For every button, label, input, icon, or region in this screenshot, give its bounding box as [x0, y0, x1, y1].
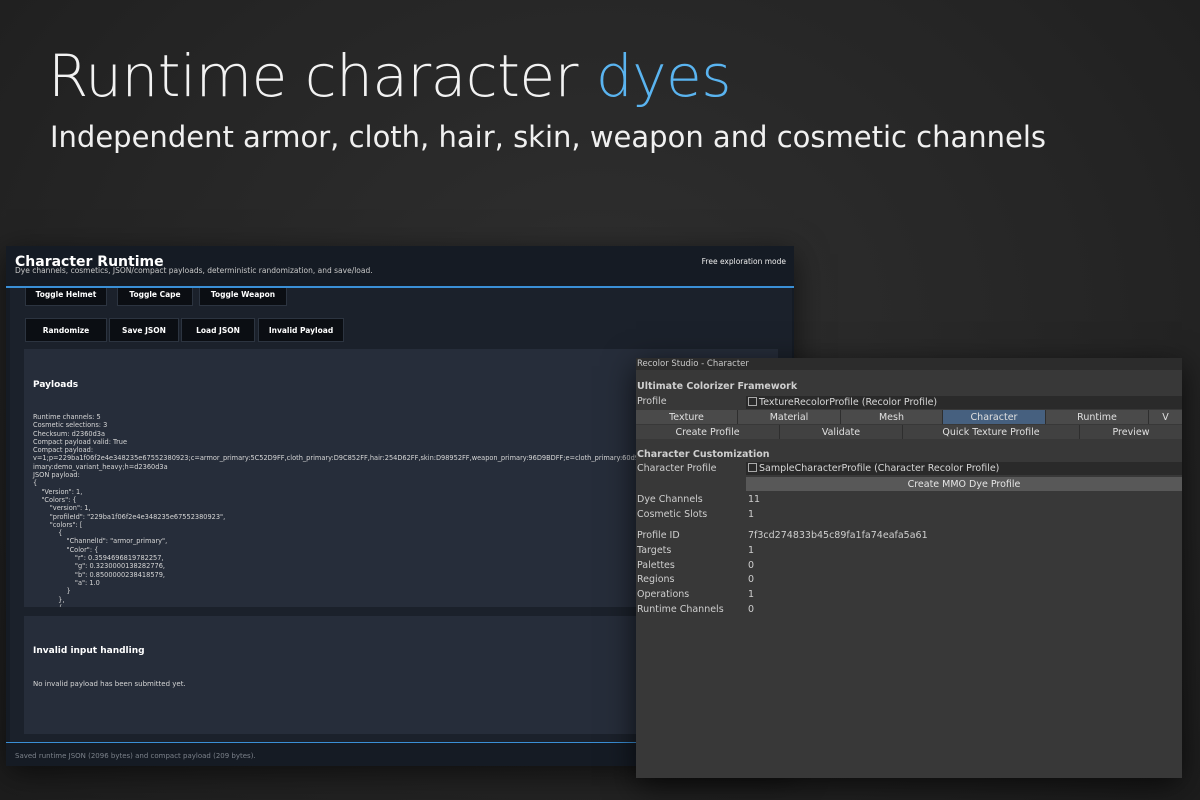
payload-text: Runtime channels: 5 Cosmetic selections:…	[33, 413, 663, 607]
editor-titlebar[interactable]: Recolor Studio - Character	[636, 358, 1182, 370]
hero-subtitle: Independent armor, cloth, hair, skin, we…	[50, 120, 1047, 154]
cosmetic-slots-value: 1	[748, 509, 755, 520]
palettes-value: 0	[748, 560, 755, 571]
invalid-input-text: No invalid payload has been submitted ye…	[33, 680, 186, 688]
profile-id-value: 7f3cd274833b45c89fa1fa74eafa5a61	[748, 530, 928, 541]
toggle-cape-button[interactable]: Toggle Cape	[117, 288, 193, 306]
profile-id-label: Profile ID	[637, 530, 680, 541]
tab-material[interactable]: Material	[738, 410, 841, 424]
invalid-input-title: Invalid input handling	[33, 646, 145, 656]
runtime-description: Dye channels, cosmetics, JSON/compact pa…	[15, 266, 373, 275]
create-profile-button[interactable]: Create Profile	[636, 425, 780, 439]
scriptable-object-icon	[748, 463, 757, 472]
regions-label: Regions	[637, 574, 675, 585]
dye-channels-label: Dye Channels	[637, 494, 703, 505]
character-profile-value: SampleCharacterProfile (Character Recolo…	[759, 463, 1000, 474]
load-json-button[interactable]: Load JSON	[181, 318, 255, 342]
tab-overflow[interactable]: V	[1149, 410, 1182, 424]
framework-header: Ultimate Colorizer Framework	[637, 381, 798, 392]
character-customization-header: Character Customization	[637, 449, 770, 460]
operations-value: 1	[748, 589, 755, 600]
create-mmo-dye-profile-button[interactable]: Create MMO Dye Profile	[746, 477, 1182, 491]
scriptable-object-icon	[748, 397, 757, 406]
save-status-text: Saved runtime JSON (2096 bytes) and comp…	[15, 752, 256, 760]
toggle-helmet-button[interactable]: Toggle Helmet	[25, 288, 107, 306]
tab-mesh[interactable]: Mesh	[841, 410, 943, 424]
tab-character[interactable]: Character	[943, 410, 1046, 424]
regions-value: 0	[748, 574, 755, 585]
editor-action-bar: Create Profile Validate Quick Texture Pr…	[636, 425, 1182, 439]
payloads-title: Payloads	[33, 380, 79, 390]
character-profile-object-field[interactable]: SampleCharacterProfile (Character Recolo…	[746, 462, 1182, 475]
profile-value: TextureRecolorProfile (Recolor Profile)	[759, 397, 938, 408]
editor-tab-bar: Texture Material Mesh Character Runtime …	[636, 410, 1182, 424]
save-json-button[interactable]: Save JSON	[109, 318, 179, 342]
tab-texture[interactable]: Texture	[636, 410, 738, 424]
exploration-mode-label: Free exploration mode	[701, 257, 786, 266]
recolor-studio-window: Recolor Studio - Character Ultimate Colo…	[636, 358, 1182, 778]
targets-value: 1	[748, 545, 755, 556]
character-profile-label: Character Profile	[637, 463, 717, 474]
quick-texture-profile-button[interactable]: Quick Texture Profile	[903, 425, 1080, 439]
editor-title: Recolor Studio - Character	[637, 359, 749, 369]
runtime-channels-value: 0	[748, 604, 755, 615]
profile-object-field[interactable]: TextureRecolorProfile (Recolor Profile)	[746, 396, 1182, 409]
randomize-button[interactable]: Randomize	[25, 318, 107, 342]
operations-label: Operations	[637, 589, 690, 600]
tab-runtime[interactable]: Runtime	[1046, 410, 1149, 424]
toggle-weapon-button[interactable]: Toggle Weapon	[199, 288, 287, 306]
preview-button[interactable]: Preview	[1080, 425, 1182, 439]
cosmetic-slots-label: Cosmetic Slots	[637, 509, 708, 520]
hero-title: Runtime character dyes	[48, 42, 731, 110]
targets-label: Targets	[637, 545, 672, 556]
hero-title-accent: dyes	[595, 42, 732, 110]
profile-label: Profile	[637, 396, 667, 407]
hero-title-main: Runtime character	[48, 42, 596, 110]
validate-button[interactable]: Validate	[780, 425, 903, 439]
runtime-channels-label: Runtime Channels	[637, 604, 724, 615]
dye-channels-value: 11	[748, 494, 761, 505]
invalid-payload-button[interactable]: Invalid Payload	[258, 318, 344, 342]
runtime-header: Character Runtime Dye channels, cosmetic…	[6, 246, 794, 288]
palettes-label: Palettes	[637, 560, 675, 571]
